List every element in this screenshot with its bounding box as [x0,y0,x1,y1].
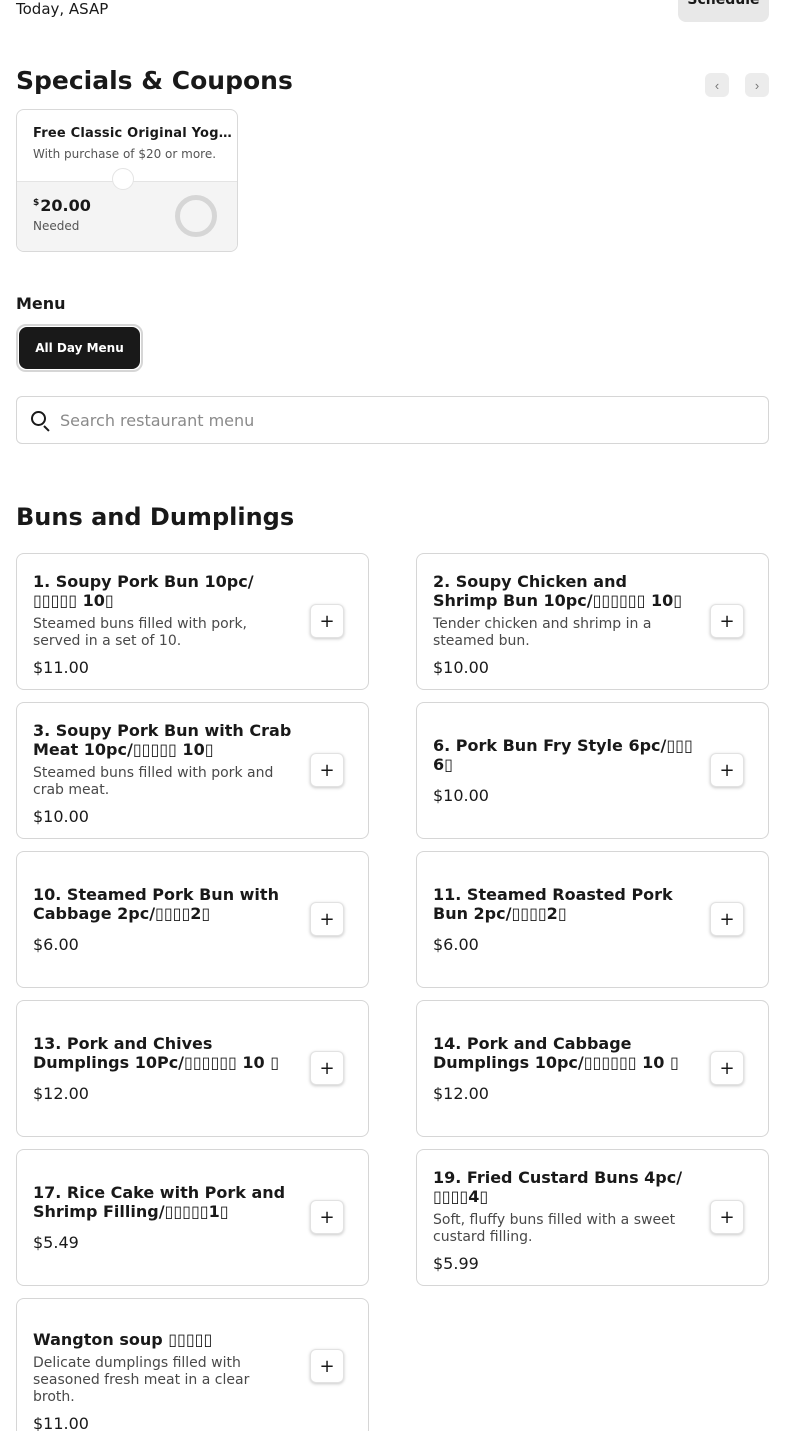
plus-icon: + [319,1057,335,1079]
menu-item-name: 17. Rice Cake with Pork and Shrimp Filli… [33,1183,286,1221]
menu-item-price: $10.00 [33,807,89,826]
plus-icon: + [319,759,335,781]
specials-title: Specials & Coupons [16,66,293,95]
menu-item-price: $12.00 [433,1084,489,1103]
add-item-button[interactable]: + [710,902,744,936]
menu-item-name: 13. Pork and Chives Dumplings 10Pc/▯▯▯▯▯… [33,1034,280,1072]
menu-item-name: 14. Pork and Cabbage Dumplings 10pc/▯▯▯▯… [433,1034,679,1072]
chevron-left-icon: ‹ [714,77,720,93]
menu-item-card[interactable]: 10. Steamed Pork Bun with Cabbage 2pc/▯▯… [16,851,369,988]
plus-icon: + [719,1206,735,1228]
menu-item-card[interactable]: 3. Soupy Pork Bun with Crab Meat 10pc/▯▯… [16,702,369,839]
menu-item-card[interactable]: 17. Rice Cake with Pork and Shrimp Filli… [16,1149,369,1286]
plus-icon: + [319,908,335,930]
coupon-progress-area: $20.00 Needed [17,182,237,251]
menu-item-card[interactable]: 6. Pork Bun Fry Style 6pc/▯▯▯ 6▯ $10.00 … [416,702,769,839]
coupon-amount-value: 20.00 [40,196,91,215]
menu-item-price: $6.00 [33,935,79,954]
chevron-right-icon: › [754,77,760,93]
coupon-title: Free Classic Original Yogurt … [33,126,238,141]
menu-item-price: $11.00 [33,1414,89,1431]
menu-chip-focus-ring: All Day Menu [16,324,143,372]
menu-item-card[interactable]: 14. Pork and Cabbage Dumplings 10pc/▯▯▯▯… [416,1000,769,1137]
add-item-button[interactable]: + [310,902,344,936]
add-item-button[interactable]: + [710,1051,744,1085]
menu-item-card[interactable]: 13. Pork and Chives Dumplings 10Pc/▯▯▯▯▯… [16,1000,369,1137]
menu-item-description: Steamed buns filled with pork and crab m… [33,765,274,798]
plus-icon: + [319,1206,335,1228]
search-bar[interactable] [16,396,769,444]
menu-item-name: 2. Soupy Chicken and Shrimp Bun 10pc/▯▯▯… [433,572,683,610]
menu-item-price: $5.49 [33,1233,79,1252]
schedule-button[interactable]: Schedule [678,0,769,22]
menu-item-price: $11.00 [33,658,89,677]
menu-item-price: $12.00 [33,1084,89,1103]
menu-item-price: $10.00 [433,786,489,805]
coupon-subtitle: With purchase of $20 or more. [33,147,217,161]
menu-item-name: 1. Soupy Pork Bun 10pc/▯▯▯▯▯ 10▯ [33,572,254,610]
add-item-button[interactable]: + [710,753,744,787]
search-icon [29,409,51,432]
menu-item-name: 3. Soupy Pork Bun with Crab Meat 10pc/▯▯… [33,721,292,759]
menu-item-name: 11. Steamed Roasted Pork Bun 2pc/▯▯▯▯2▯ [433,885,673,923]
add-item-button[interactable]: + [310,1349,344,1383]
add-item-button[interactable]: + [310,1051,344,1085]
menu-item-description: Steamed buns filled with pork, served in… [33,616,247,649]
add-item-button[interactable]: + [710,1200,744,1234]
coupon-notch [112,168,134,190]
carousel-next-button[interactable]: › [745,73,769,97]
add-item-button[interactable]: + [710,604,744,638]
coupon-progress-ring [175,195,217,237]
plus-icon: + [719,1057,735,1079]
plus-icon: + [319,610,335,632]
menu-item-price: $10.00 [433,658,489,677]
menu-item-price: $6.00 [433,935,479,954]
search-input[interactable] [60,410,720,430]
menu-item-description: Delicate dumplings filled with seasoned … [33,1355,250,1405]
menu-item-description: Soft, fluffy buns filled with a sweet cu… [433,1212,676,1245]
coupon-card[interactable]: Free Classic Original Yogurt … With purc… [16,109,238,252]
add-item-button[interactable]: + [310,753,344,787]
menu-item-price: $5.99 [433,1254,479,1273]
menu-item-card[interactable]: 11. Steamed Roasted Pork Bun 2pc/▯▯▯▯2▯ … [416,851,769,988]
menu-item-name: 6. Pork Bun Fry Style 6pc/▯▯▯ 6▯ [433,736,693,774]
plus-icon: + [319,1355,335,1377]
menu-item-name: 10. Steamed Pork Bun with Cabbage 2pc/▯▯… [33,885,279,923]
menu-chip-all-day[interactable]: All Day Menu [19,327,140,369]
add-item-button[interactable]: + [310,604,344,638]
menu-item-card[interactable]: 2. Soupy Chicken and Shrimp Bun 10pc/▯▯▯… [416,553,769,690]
menu-item-name: Wangton soup ▯▯▯▯▯ [33,1330,213,1349]
menu-label: Menu [16,294,66,313]
plus-icon: + [719,610,735,632]
plus-icon: + [719,908,735,930]
carousel-prev-button[interactable]: ‹ [705,73,729,97]
coupon-currency: $ [33,198,40,208]
add-item-button[interactable]: + [310,1200,344,1234]
menu-item-card[interactable]: 19. Fried Custard Buns 4pc/▯▯▯▯4▯ Soft, … [416,1149,769,1286]
delivery-time: Today, ASAP [16,0,109,18]
menu-item-card[interactable]: 1. Soupy Pork Bun 10pc/▯▯▯▯▯ 10▯ Steamed… [16,553,369,690]
menu-item-card[interactable]: Wangton soup ▯▯▯▯▯ Delicate dumplings fi… [16,1298,369,1431]
plus-icon: + [719,759,735,781]
menu-item-description: Tender chicken and shrimp in a steamed b… [433,616,652,649]
menu-item-name: 19. Fried Custard Buns 4pc/▯▯▯▯4▯ [433,1168,683,1206]
section-title: Buns and Dumplings [16,503,295,531]
